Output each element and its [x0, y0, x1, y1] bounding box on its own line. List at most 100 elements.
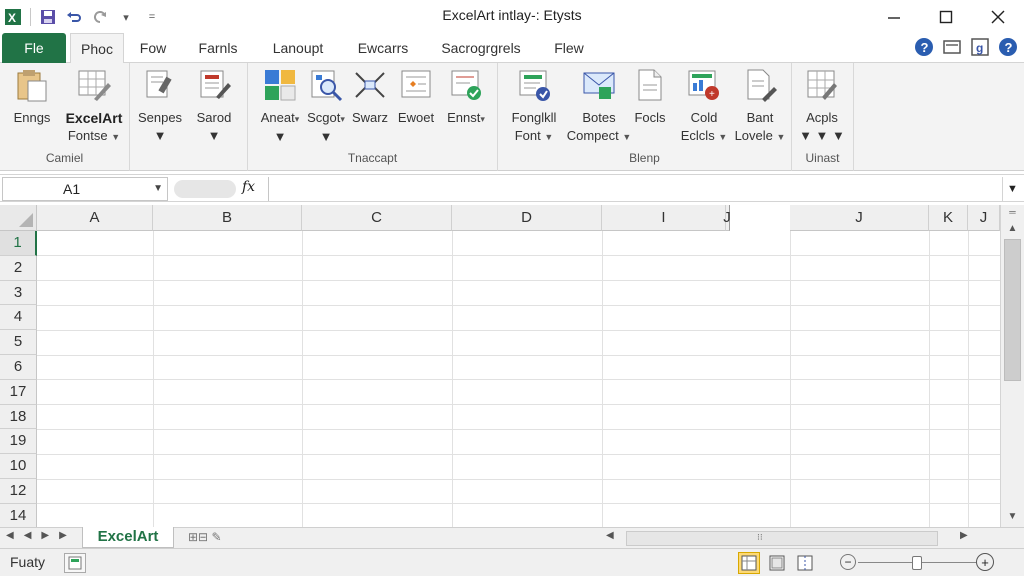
new-sheet-icon[interactable]: ⊞⊟ ✎ [188, 530, 222, 544]
spreadsheet-grid[interactable]: A B C D I J J K J 1 2 3 4 5 6 17 18 19 1… [0, 205, 1000, 527]
row-header-18[interactable]: 18 [0, 404, 37, 430]
column-header-j-last[interactable]: J [968, 205, 1000, 231]
scroll-up-arrow-icon[interactable]: ▲ [1001, 219, 1024, 237]
cold-button[interactable]: + Cold Eclcls ▼ [672, 67, 736, 146]
column-header-a[interactable]: A [37, 205, 153, 231]
chart-shield-icon [516, 67, 552, 103]
share-icon[interactable]: g [970, 37, 990, 57]
tab-view[interactable]: Flew [546, 33, 592, 63]
senpes-button[interactable]: Senpes ▼ [132, 67, 188, 145]
formula-controls: fx [170, 177, 266, 201]
vertical-scroll-thumb[interactable] [1004, 239, 1021, 381]
name-box-value: A1 [63, 181, 81, 197]
row-header-3[interactable]: 3 [0, 280, 37, 306]
compect-label: Compect ▼ [566, 128, 632, 143]
column-header-k[interactable]: K [929, 205, 968, 231]
ewoet-button[interactable]: Ewoet [388, 67, 444, 127]
zoom-in-icon[interactable]: + [976, 553, 994, 571]
first-sheet-arrow-icon[interactable]: ◀ [6, 530, 14, 541]
redo-icon[interactable] [91, 8, 109, 26]
row-header-2[interactable]: 2 [0, 255, 37, 281]
formula-input[interactable] [268, 177, 1002, 201]
ribbon-display-icon[interactable] [942, 37, 962, 57]
prev-sheet-arrow-icon[interactable]: ◀ [24, 530, 32, 541]
grid-row-line [37, 479, 1000, 480]
split-handle-icon[interactable]: ═ [1001, 205, 1024, 219]
column-header-b[interactable]: B [153, 205, 302, 231]
group-label-styles: Blenp [629, 151, 660, 165]
zoom-slider-thumb[interactable] [912, 556, 922, 570]
vertical-scrollbar[interactable]: ═ ▲ ▼ [1000, 205, 1024, 527]
next-sheet-arrow-icon[interactable]: ▶ [41, 530, 49, 541]
row-header-12[interactable]: 12 [0, 479, 37, 504]
grid-row-line [37, 429, 1000, 430]
name-box-dropdown-icon[interactable]: ▼ [153, 178, 163, 200]
tab-insert[interactable]: Fow [130, 33, 176, 63]
bant-button[interactable]: Bant Lovele ▼ [728, 67, 792, 146]
row-header-14[interactable]: 14 [0, 503, 37, 527]
shapes-icon [352, 67, 388, 103]
column-header-c[interactable]: C [302, 205, 452, 231]
paste-button[interactable]: Enngs [4, 67, 60, 127]
column-header-j[interactable]: J [790, 205, 929, 231]
name-box[interactable]: A1 ▼ [2, 177, 168, 201]
horizontal-scroll-grip[interactable]: ⁝⁝ [757, 532, 763, 543]
maximize-button[interactable] [920, 0, 972, 33]
title-bar: X ▾ = ExcelArt intlay-: Etysts [0, 0, 1024, 33]
horizontal-scrollbar[interactable]: ⁝⁝ [626, 531, 938, 546]
scroll-down-arrow-icon[interactable]: ▼ [1001, 507, 1024, 525]
excelart-fonts-button[interactable]: ExcelArt Fontse ▼ [62, 67, 126, 146]
undo-icon[interactable] [65, 8, 83, 26]
tab-file[interactable]: Fle [2, 33, 66, 63]
row-header-17[interactable]: 17 [0, 379, 37, 405]
tab-formulas[interactable]: Farnls [190, 33, 246, 63]
tab-review[interactable]: Sacrogrgrels [434, 33, 528, 63]
ennst-button[interactable]: Ennst▾ [438, 67, 494, 128]
select-all-button[interactable] [0, 205, 37, 231]
tab-home[interactable]: Phoc [70, 33, 124, 64]
save-icon[interactable] [39, 8, 57, 26]
column-header-i[interactable]: I [602, 205, 726, 231]
macro-record-icon[interactable] [64, 553, 86, 573]
qat-extra-icon[interactable]: = [143, 8, 161, 26]
scroll-right-arrow-icon[interactable]: ▶ [960, 530, 968, 541]
last-sheet-arrow-icon[interactable]: ▶ [59, 530, 67, 541]
row-header-1[interactable]: 1 [0, 231, 37, 256]
scgot-dropdown-icon[interactable]: ▼ [298, 128, 354, 146]
acpls-dropdown-icons[interactable]: ▼ ▼ ▼ [794, 127, 850, 145]
page-break-view-icon[interactable] [794, 552, 816, 574]
sarod-button[interactable]: Sarod ▼ [186, 67, 242, 145]
customize-qat-dropdown-icon[interactable]: ▾ [117, 8, 135, 26]
excel-logo-icon: X [4, 8, 22, 26]
row-header-4[interactable]: 4 [0, 305, 37, 331]
column-header-j-narrow[interactable]: J [712, 205, 742, 231]
sarod-dropdown-icon[interactable]: ▼ [186, 127, 242, 145]
insert-function-icon[interactable]: fx [242, 179, 255, 195]
minimize-button[interactable] [868, 0, 920, 33]
column-header-d[interactable]: D [452, 205, 602, 231]
close-button[interactable] [972, 0, 1024, 33]
account-help-icon[interactable]: ? [998, 37, 1018, 57]
page-layout-view-icon[interactable] [766, 552, 788, 574]
acpls-button[interactable]: Acpls ▼ ▼ ▼ [794, 67, 850, 145]
senpes-dropdown-icon[interactable]: ▼ [132, 127, 188, 145]
row-header-5[interactable]: 5 [0, 330, 37, 355]
zoom-out-icon[interactable]: − [840, 554, 856, 570]
scroll-left-arrow-icon[interactable]: ◀ [606, 530, 614, 541]
normal-view-icon[interactable] [738, 552, 760, 574]
row-header-6[interactable]: 6 [0, 355, 37, 380]
expand-formula-bar-icon[interactable]: ▼ [1002, 177, 1022, 201]
focls-button[interactable]: Focls [622, 67, 678, 127]
tab-layout[interactable]: Lanoupt [264, 33, 332, 63]
row-header-10[interactable]: 10 [0, 454, 37, 479]
lovele-label: Lovele ▼ [734, 128, 786, 143]
tab-data[interactable]: Ewcarrs [352, 33, 414, 63]
grid-row-line [37, 255, 1000, 256]
eclcls-label: Eclcls ▼ [680, 128, 728, 143]
sheet-tab-excelart[interactable]: ExcelArt [82, 527, 174, 548]
view-buttons [738, 552, 816, 574]
fonglkll-button[interactable]: Fonglkll Font ▼ [502, 67, 566, 146]
sheet-nav-arrows: ◀ ◀ ▶ ▶ [6, 530, 67, 541]
help-icon[interactable]: ? [914, 37, 934, 57]
row-header-19[interactable]: 19 [0, 429, 37, 455]
